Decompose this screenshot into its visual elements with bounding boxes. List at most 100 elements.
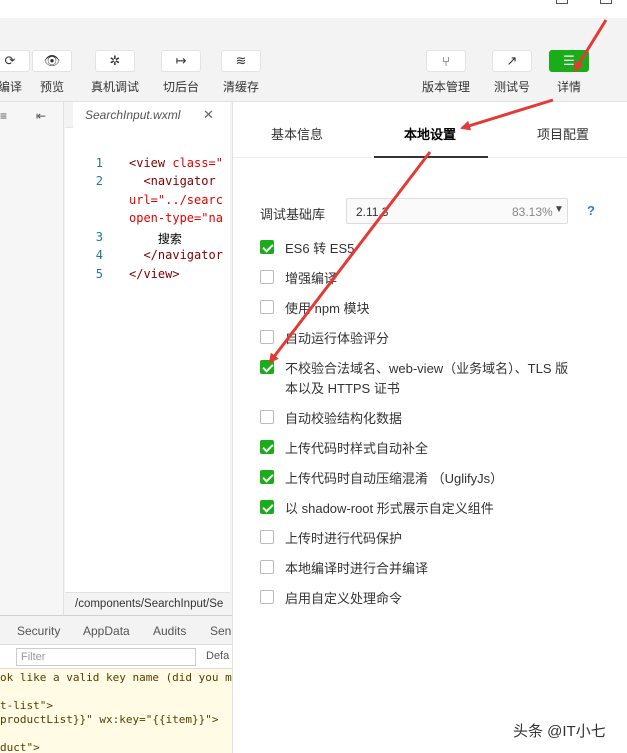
active-tab-indicator: [374, 156, 488, 158]
details-tabs: 基本信息 本地设置 项目配置: [233, 102, 627, 158]
code-token: <navigator: [129, 174, 216, 188]
code-token: </navigator: [129, 248, 223, 262]
setting-label: 上传代码时自动压缩混淆 （UglifyJs）: [285, 469, 503, 489]
setting-checkbox[interactable]: [260, 590, 274, 604]
setting-checkbox[interactable]: [260, 530, 274, 544]
setting-checkbox[interactable]: [260, 560, 274, 574]
menu-icon: ☰: [549, 50, 589, 72]
line-number: 3: [95, 230, 103, 244]
tab-local-settings[interactable]: 本地设置: [404, 124, 456, 143]
log-level-select[interactable]: Defa: [206, 650, 229, 662]
setting-checkbox[interactable]: [260, 410, 274, 424]
line-number: 5: [95, 267, 103, 281]
bug-icon: ✲: [95, 50, 135, 72]
setting-label-line: 本以及 HTTPS 证书: [285, 381, 400, 396]
setting-label-line: 上传代码时自动压缩混淆 （UglifyJs）: [285, 471, 504, 486]
setting-checkbox[interactable]: [260, 240, 274, 254]
console-line: ok like a valid key name (did you m: [0, 671, 232, 684]
code-editor[interactable]: SearchInput.wxml ✕ 1 <view class=" 2 <navi…: [65, 102, 230, 615]
setting-checkbox[interactable]: [260, 300, 274, 314]
setting-checkbox[interactable]: [260, 500, 274, 514]
compile-icon: ⟳: [0, 50, 30, 72]
setting-label-line: 上传时进行代码保护: [285, 531, 403, 546]
switch-background-button[interactable]: ↦ 切后台: [161, 50, 201, 95]
details-panel: 基本信息 本地设置 项目配置 调试基础库 2.11.3 83.13% ▼ ? E…: [232, 102, 627, 753]
setting-label-line: 上传代码时样式自动补全: [285, 441, 429, 456]
details-label: 详情: [556, 80, 581, 94]
version-manage-label: 版本管理: [422, 80, 471, 94]
line-number: 1: [95, 156, 103, 170]
base-library-label: 调试基础库: [260, 207, 326, 222]
setting-label: 增强编译: [285, 269, 337, 289]
code-line: <view class=": [129, 156, 223, 170]
version-manage-button[interactable]: ⑂ 版本管理: [422, 50, 470, 95]
editor-tab[interactable]: SearchInput.wxml ✕: [73, 102, 230, 128]
restore-window-icon[interactable]: [556, 0, 568, 4]
setting-label-line: 不校验合法域名、web-view（业务域名）、TLS 版: [285, 361, 569, 376]
close-tab-icon[interactable]: ✕: [203, 107, 214, 123]
setting-checkbox[interactable]: [260, 470, 274, 484]
close-window-icon[interactable]: [600, 0, 612, 4]
test-account-button[interactable]: ↗ 测试号: [492, 50, 532, 95]
preview-button[interactable]: 👁 预览: [32, 50, 72, 95]
setting-label: 自动运行体验评分: [285, 329, 389, 349]
code-token: url="../searc: [129, 193, 223, 207]
code-line: url="../searc: [129, 193, 223, 207]
setting-label: ES6 转 ES5: [285, 239, 354, 259]
setting-label: 上传时进行代码保护: [285, 529, 402, 549]
code-token: </view>: [129, 267, 180, 281]
remote-debug-button[interactable]: ✲ 真机调试: [91, 50, 139, 95]
setting-label-line: 以 shadow-root 形式展示自定义组件: [285, 501, 494, 516]
preview-label: 预览: [39, 80, 64, 94]
window-titlebar: [0, 0, 627, 18]
setting-label-line: 使用 npm 模块: [285, 301, 370, 316]
setting-checkbox[interactable]: [260, 440, 274, 454]
watermark-text: 头条 @IT小七: [513, 723, 606, 740]
base-library-version: 2.11.3: [356, 205, 389, 219]
console-filter-input[interactable]: Filter: [16, 648, 196, 666]
setting-label: 以 shadow-root 形式展示自定义组件: [285, 499, 494, 519]
external-link-icon: ↗: [492, 50, 532, 72]
file-path-bar: /components/SearchInput/Se: [65, 592, 230, 615]
collapse-tree-icon[interactable]: ≡: [0, 109, 7, 123]
code-token: class=": [172, 156, 223, 170]
devtools-panel: Security AppData Audits Sen Filter Defa …: [0, 615, 232, 753]
console-line: duct">: [0, 741, 40, 753]
base-library-select[interactable]: 2.11.3 83.13% ▼: [346, 198, 568, 224]
tab-basic-info[interactable]: 基本信息: [271, 124, 323, 143]
switch-background-label: 切后台: [162, 80, 199, 94]
editor-tab-bar: SearchInput.wxml ✕: [65, 102, 230, 128]
tab-sensor[interactable]: Sen: [210, 624, 231, 638]
help-icon[interactable]: ?: [587, 203, 595, 218]
setting-checkbox[interactable]: [260, 330, 274, 344]
setting-label-line: 增强编译: [285, 271, 338, 286]
setting-label: 使用 npm 模块: [285, 299, 370, 319]
details-button[interactable]: ☰ 详情: [549, 50, 589, 95]
line-number: 4: [95, 248, 103, 262]
back-arrow-icon[interactable]: ⇤: [36, 109, 46, 123]
setting-label: 自动校验结构化数据: [285, 409, 402, 429]
tab-appdata[interactable]: AppData: [83, 624, 130, 638]
base-library-percent: 83.13%: [512, 205, 553, 219]
code-line: 搜索: [129, 230, 182, 247]
code-token: open-type="na: [129, 211, 223, 225]
compile-label: 编译: [0, 80, 22, 94]
layers-icon: ≋: [221, 50, 261, 72]
setting-checkbox[interactable]: [260, 360, 274, 374]
compile-button[interactable]: ⟳ 编译: [0, 50, 30, 95]
console-warning: ok like a valid key name (did you m t-li…: [0, 669, 232, 753]
code-line: </view>: [129, 267, 180, 281]
main-toolbar: ⟳ 编译 👁 预览 ✲ 真机调试 ↦ 切后台 ≋ 清缓存 ⑂ 版本管理 ↗ 测试…: [0, 18, 627, 102]
tab-security[interactable]: Security: [17, 624, 60, 638]
clear-cache-button[interactable]: ≋ 清缓存: [221, 50, 261, 95]
remote-debug-label: 真机调试: [91, 80, 140, 94]
console-line: t-list">: [0, 699, 53, 712]
tab-audits[interactable]: Audits: [153, 624, 186, 638]
code-line: open-type="na: [129, 211, 223, 225]
setting-checkbox[interactable]: [260, 270, 274, 284]
tab-project-config[interactable]: 项目配置: [537, 124, 589, 143]
code-token: 搜索: [129, 232, 182, 246]
setting-label-line: ES6 转 ES5: [285, 241, 355, 256]
setting-label: 不校验合法域名、web-view（业务域名）、TLS 版本以及 HTTPS 证书: [285, 359, 568, 399]
eye-icon: 👁: [32, 50, 72, 72]
